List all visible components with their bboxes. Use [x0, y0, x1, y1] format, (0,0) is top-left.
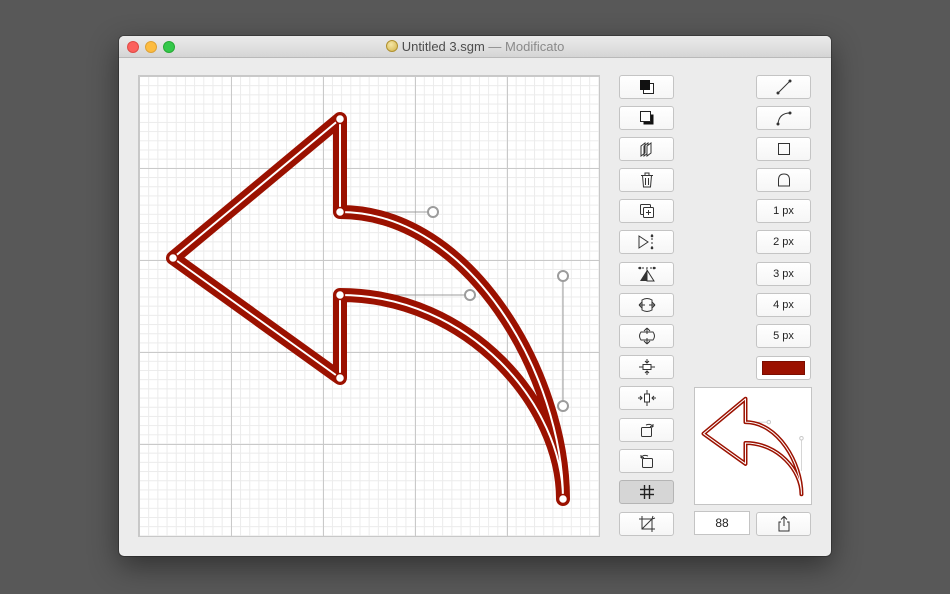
combine-paths-button[interactable] — [619, 137, 674, 161]
toggle-grid-button[interactable] — [619, 480, 674, 504]
rectangle-tool-button[interactable] — [756, 137, 811, 161]
curve-tool-icon — [776, 111, 791, 126]
window-title: Untitled 3.sgm — Modificato — [119, 39, 831, 54]
resize-vertical-icon — [638, 327, 655, 345]
flip-vertical-button[interactable] — [619, 262, 674, 286]
document-icon — [385, 40, 398, 52]
bring-to-front-icon — [639, 80, 654, 94]
anchor-point[interactable] — [334, 372, 346, 384]
duplicate-button[interactable] — [619, 199, 674, 223]
flip-horizontal-button[interactable] — [619, 230, 674, 254]
anchor-point[interactable] — [167, 252, 179, 264]
stroke-color-well[interactable] — [756, 356, 811, 380]
arch-icon — [777, 173, 790, 187]
control-handle[interactable] — [557, 400, 569, 412]
stroke-width-3-button[interactable]: 3 px — [756, 262, 811, 286]
delete-button[interactable] — [619, 168, 674, 192]
bring-to-front-button[interactable] — [619, 75, 674, 99]
stroke-width-1-button[interactable]: 1 px — [756, 199, 811, 223]
control-handle[interactable] — [557, 270, 569, 282]
stacked-paths-icon — [640, 142, 651, 157]
stroke-width-4-button[interactable]: 4 px — [756, 293, 811, 317]
anchor-point[interactable] — [334, 206, 346, 218]
send-to-back-icon — [639, 111, 653, 125]
app-window: Untitled 3.sgm — Modificato 1 px 2 px 3 … — [119, 36, 831, 556]
arch-tool-button[interactable] — [756, 168, 811, 192]
rotate-right-button[interactable] — [619, 418, 674, 442]
stroke-color-swatch — [762, 361, 805, 375]
anchor-point[interactable] — [334, 113, 346, 125]
anchor-point[interactable] — [334, 289, 346, 301]
center-horizontal-button[interactable] — [619, 386, 674, 410]
rectangle-icon — [777, 143, 790, 155]
rotate-left-icon — [640, 454, 653, 468]
send-to-back-button[interactable] — [619, 106, 674, 130]
flip-horizontal-icon — [638, 234, 653, 250]
flip-vertical-icon — [637, 266, 656, 282]
icon-preview — [694, 387, 812, 505]
drawing-canvas[interactable] — [138, 75, 600, 537]
rotate-right-icon — [640, 423, 653, 437]
document-name: Untitled 3.sgm — [401, 39, 485, 54]
rotate-left-button[interactable] — [619, 449, 674, 473]
stroke-width-2-button[interactable]: 2 px — [756, 230, 811, 254]
control-handle[interactable] — [464, 289, 476, 301]
scale-horizontal-button[interactable] — [619, 293, 674, 317]
center-vertical-icon — [638, 359, 655, 375]
center-vertical-button[interactable] — [619, 355, 674, 379]
line-tool-icon — [776, 79, 791, 95]
scale-vertical-button[interactable] — [619, 324, 674, 348]
trash-icon — [640, 172, 653, 188]
duplicate-plus-icon — [639, 204, 654, 218]
curve-tool-button[interactable] — [756, 106, 811, 130]
stroke-width-5-button[interactable]: 5 px — [756, 324, 811, 348]
control-handle[interactable] — [427, 206, 439, 218]
title-bar[interactable]: Untitled 3.sgm — Modificato — [119, 36, 831, 58]
crop-canvas-button[interactable] — [619, 512, 674, 536]
resize-horizontal-icon — [638, 298, 655, 312]
arrow-shape-outline[interactable] — [166, 112, 570, 506]
title-separator: — — [488, 39, 502, 54]
line-tool-button[interactable] — [756, 75, 811, 99]
arrow-drawing[interactable] — [139, 76, 600, 537]
grid-icon — [639, 485, 654, 499]
anchor-point[interactable] — [557, 493, 569, 505]
edited-status: Modificato — [505, 39, 565, 54]
share-icon — [778, 515, 789, 532]
icon-size-field[interactable]: 88 — [694, 511, 750, 535]
center-horizontal-icon — [637, 390, 656, 406]
preview-drawing — [701, 396, 804, 497]
share-button[interactable] — [756, 512, 811, 536]
crop-icon — [638, 515, 655, 532]
